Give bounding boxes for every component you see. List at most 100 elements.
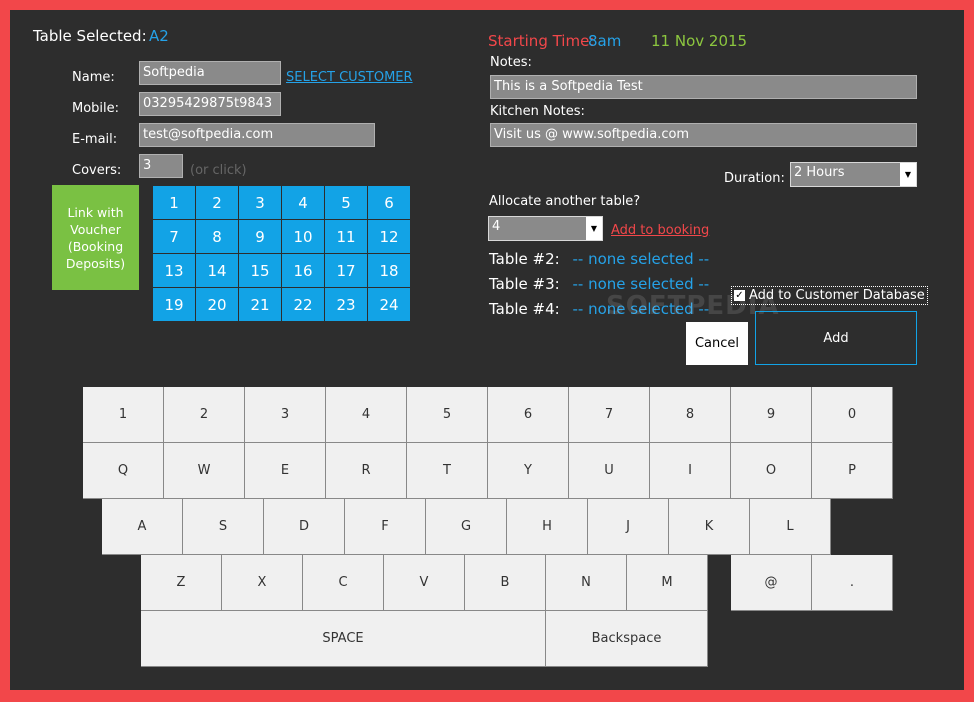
covers-cell[interactable]: 19 (153, 288, 195, 321)
covers-cell[interactable]: 10 (282, 220, 324, 253)
table-4-label: Table #4: (489, 300, 560, 318)
allocate-table-dropdown[interactable]: 4 ▼ (488, 216, 603, 241)
key-letter[interactable]: A (102, 499, 183, 555)
select-customer-link[interactable]: SELECT CUSTOMER (286, 70, 413, 85)
key-letter[interactable]: O (731, 443, 812, 499)
covers-cell[interactable]: 12 (368, 220, 410, 253)
key-letter[interactable]: I (650, 443, 731, 499)
kitchen-notes-label: Kitchen Notes: (490, 104, 585, 119)
covers-field[interactable]: 3 (139, 154, 183, 178)
key-letter[interactable]: R (326, 443, 407, 499)
covers-cell[interactable]: 23 (325, 288, 367, 321)
key-period[interactable]: . (812, 555, 893, 611)
key-letter[interactable]: X (222, 555, 303, 611)
key-letter[interactable]: F (345, 499, 426, 555)
covers-hint: (or click) (190, 163, 247, 178)
add-to-db-label: Add to Customer Database (749, 288, 925, 303)
key-9[interactable]: 0 (812, 387, 893, 443)
covers-cell[interactable]: 18 (368, 254, 410, 287)
covers-cell[interactable]: 22 (282, 288, 324, 321)
covers-cell[interactable]: 11 (325, 220, 367, 253)
cancel-button[interactable]: Cancel (686, 322, 748, 365)
key-3[interactable]: 4 (326, 387, 407, 443)
email-field[interactable]: test@softpedia.com (139, 123, 375, 147)
covers-cell[interactable]: 21 (239, 288, 281, 321)
covers-cell[interactable]: 9 (239, 220, 281, 253)
covers-cell[interactable]: 16 (282, 254, 324, 287)
name-label: Name: (72, 70, 115, 85)
key-letter[interactable]: Y (488, 443, 569, 499)
key-at[interactable]: @ (731, 555, 812, 611)
key-letter[interactable]: T (407, 443, 488, 499)
name-field[interactable]: Softpedia (139, 61, 281, 85)
key-letter[interactable]: Z (141, 555, 222, 611)
covers-cell[interactable]: 24 (368, 288, 410, 321)
key-7[interactable]: 8 (650, 387, 731, 443)
table-selected-value: A2 (149, 27, 169, 45)
starting-time-value: 8am (588, 32, 622, 50)
notes-field[interactable]: This is a Softpedia Test (490, 75, 917, 99)
table-2-value[interactable]: -- none selected -- (573, 250, 710, 268)
key-8[interactable]: 9 (731, 387, 812, 443)
covers-cell[interactable]: 8 (196, 220, 238, 253)
window-frame: Table Selected: A2 Starting Time: 8am 11… (0, 0, 974, 702)
key-5[interactable]: 6 (488, 387, 569, 443)
covers-cell[interactable]: 20 (196, 288, 238, 321)
key-letter[interactable]: S (183, 499, 264, 555)
add-to-booking-link[interactable]: Add to booking (611, 223, 709, 238)
key-letter[interactable]: L (750, 499, 831, 555)
covers-cell[interactable]: 4 (282, 186, 324, 219)
key-letter[interactable]: E (245, 443, 326, 499)
covers-cell[interactable]: 13 (153, 254, 195, 287)
table-2-label: Table #2: (489, 250, 560, 268)
covers-cell[interactable]: 6 (368, 186, 410, 219)
link-voucher-button[interactable]: Link with Voucher (Booking Deposits) (52, 185, 139, 290)
covers-cell[interactable]: 14 (196, 254, 238, 287)
key-letter[interactable]: B (465, 555, 546, 611)
table-2-row: Table #2: -- none selected -- (489, 250, 709, 268)
key-letter[interactable]: Q (83, 443, 164, 499)
space-key[interactable]: SPACE (141, 611, 546, 667)
key-0[interactable]: 1 (83, 387, 164, 443)
covers-cell[interactable]: 15 (239, 254, 281, 287)
covers-cell[interactable]: 5 (325, 186, 367, 219)
key-letter[interactable]: H (507, 499, 588, 555)
booking-panel: Table Selected: A2 Starting Time: 8am 11… (10, 10, 964, 690)
key-2[interactable]: 3 (245, 387, 326, 443)
key-letter[interactable]: D (264, 499, 345, 555)
add-to-db-checkbox-row[interactable]: ✓ Add to Customer Database (731, 286, 928, 305)
key-1[interactable]: 2 (164, 387, 245, 443)
covers-cell[interactable]: 17 (325, 254, 367, 287)
chevron-down-icon: ▼ (586, 217, 602, 240)
key-letter[interactable]: U (569, 443, 650, 499)
key-letter[interactable]: N (546, 555, 627, 611)
covers-cell[interactable]: 3 (239, 186, 281, 219)
key-4[interactable]: 5 (407, 387, 488, 443)
covers-cell[interactable]: 7 (153, 220, 195, 253)
duration-dropdown[interactable]: 2 Hours ▼ (790, 162, 917, 187)
key-letter[interactable]: C (303, 555, 384, 611)
key-letter[interactable]: J (588, 499, 669, 555)
mobile-field[interactable]: 03295429875t9843 (139, 92, 281, 116)
table-selected-label: Table Selected: (33, 27, 147, 45)
key-letter[interactable]: P (812, 443, 893, 499)
backspace-key[interactable]: Backspace (546, 611, 708, 667)
duration-label: Duration: (724, 171, 785, 186)
starting-time-label: Starting Time: (488, 32, 595, 50)
allocate-table-value: 4 (492, 219, 501, 234)
key-letter[interactable]: V (384, 555, 465, 611)
key-letter[interactable]: G (426, 499, 507, 555)
add-button[interactable]: Add (755, 311, 917, 365)
covers-cell[interactable]: 1 (153, 186, 195, 219)
kitchen-notes-field[interactable]: Visit us @ www.softpedia.com (490, 123, 917, 147)
key-letter[interactable]: M (627, 555, 708, 611)
key-letter[interactable]: K (669, 499, 750, 555)
notes-label: Notes: (490, 55, 532, 70)
checkbox-checked-icon[interactable]: ✓ (734, 290, 745, 301)
key-letter[interactable]: W (164, 443, 245, 499)
chevron-down-icon: ▼ (900, 163, 916, 186)
key-6[interactable]: 7 (569, 387, 650, 443)
covers-cell[interactable]: 2 (196, 186, 238, 219)
covers-grid: 1 2 3 4 5 6 7 8 9 10 11 12 13 14 15 16 17 18 19 20 21 22 23 24 (153, 186, 410, 321)
allocate-label: Allocate another table? (489, 194, 641, 209)
